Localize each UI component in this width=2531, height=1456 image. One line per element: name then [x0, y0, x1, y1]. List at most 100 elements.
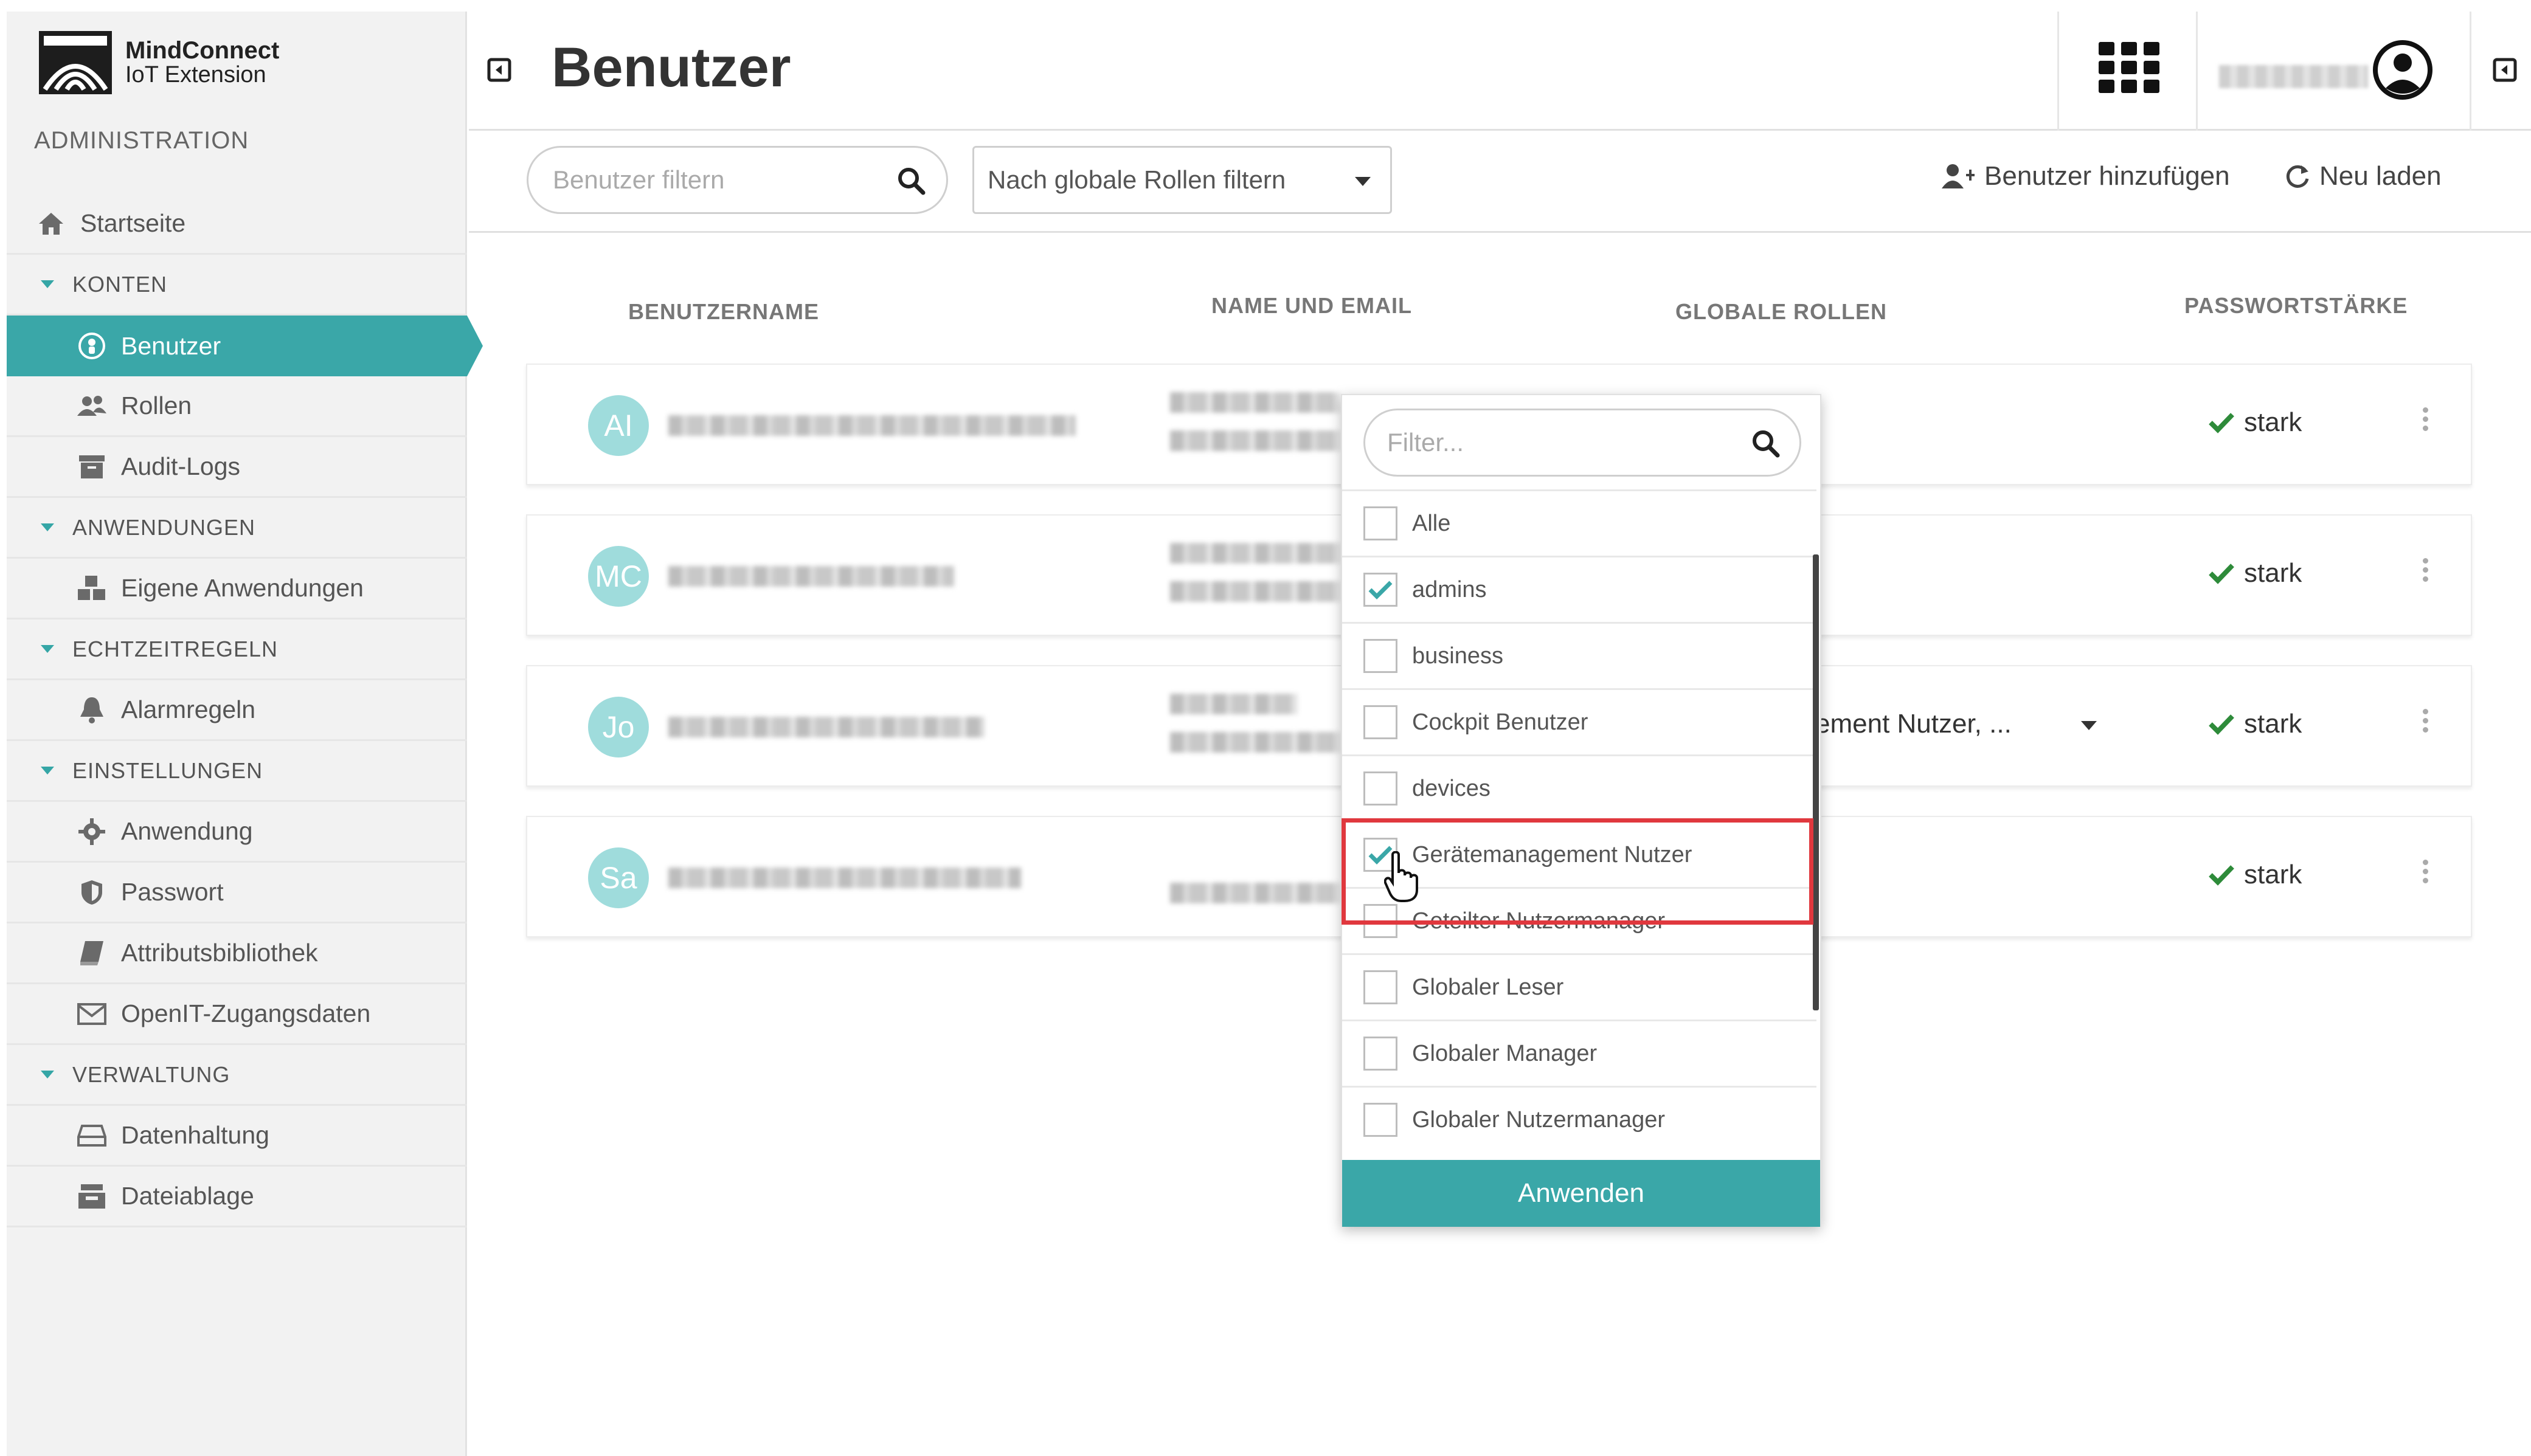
- row-menu-icon[interactable]: [2423, 407, 2429, 435]
- apply-button[interactable]: Anwenden: [1342, 1160, 1820, 1227]
- bell-icon: [75, 696, 109, 724]
- section-label: KONTEN: [72, 271, 168, 297]
- add-user-button[interactable]: Benutzer hinzufügen: [1942, 161, 2230, 191]
- gear-icon: [75, 818, 109, 845]
- role-option-label: admins: [1412, 576, 1487, 602]
- sidebar-item-home[interactable]: Startseite: [7, 194, 467, 255]
- sidebar-item-passwort[interactable]: Passwort: [7, 863, 467, 923]
- dropdown-scrollbar[interactable]: [1813, 554, 1819, 1010]
- sidebar-item-audit-logs[interactable]: Audit-Logs: [7, 437, 467, 498]
- checkbox-icon[interactable]: [1363, 904, 1397, 938]
- header-divider: [2057, 12, 2059, 131]
- mindconnect-logo-icon: [39, 31, 112, 94]
- sidebar-item-label: Benutzer: [121, 331, 221, 360]
- section-anwendungen[interactable]: ANWENDUNGEN: [7, 498, 467, 559]
- global-roles-value[interactable]: ement Nutzer, ...: [1815, 709, 2012, 739]
- sidebar-item-label: Passwort: [121, 878, 224, 906]
- username-blurred: [668, 717, 985, 737]
- checkbox-icon[interactable]: [1363, 639, 1397, 673]
- role-option[interactable]: Cockpit Benutzer: [1342, 688, 1816, 754]
- role-option[interactable]: Globaler Leser: [1342, 953, 1816, 1020]
- user-search-input[interactable]: Benutzer filtern: [527, 146, 948, 214]
- checkbox-checked-icon[interactable]: [1363, 573, 1397, 607]
- sidebar-item-dateiablage[interactable]: Dateiablage: [7, 1167, 467, 1227]
- password-strength: stark: [2209, 558, 2302, 588]
- sidebar-item-label: Datenhaltung: [121, 1121, 269, 1149]
- collapse-panel-icon[interactable]: [2493, 58, 2517, 85]
- column-header-name-email[interactable]: NAME UND EMAIL: [1211, 293, 1412, 319]
- role-option[interactable]: business: [1342, 622, 1816, 688]
- password-strength: stark: [2209, 709, 2302, 739]
- row-menu-icon[interactable]: [2423, 709, 2429, 736]
- shield-icon: [75, 879, 109, 906]
- column-header-username[interactable]: BENUTZERNAME: [628, 299, 819, 325]
- email-blurred: [1170, 581, 1340, 602]
- user-avatar-icon[interactable]: [2372, 40, 2433, 103]
- sidebar-item-datenhaltung[interactable]: Datenhaltung: [7, 1106, 467, 1167]
- avatar: MC: [588, 546, 649, 607]
- search-placeholder: Benutzer filtern: [553, 165, 725, 194]
- role-option-label: Geteilter Nutzermanager: [1412, 908, 1666, 934]
- app-grid-icon[interactable]: [2099, 42, 2159, 96]
- role-option[interactable]: Globaler Nutzermanager: [1342, 1086, 1816, 1152]
- header-divider: [2196, 12, 2198, 131]
- avatar: AI: [588, 395, 649, 456]
- brand-logo[interactable]: MindConnect IoT Extension: [39, 31, 279, 94]
- checkbox-icon[interactable]: [1363, 970, 1397, 1004]
- strength-label: stark: [2244, 407, 2302, 437]
- sidebar-item-label: Rollen: [121, 392, 192, 419]
- role-option[interactable]: devices: [1342, 754, 1816, 821]
- sidebar-item-eigene-anwendungen[interactable]: Eigene Anwendungen: [7, 559, 467, 619]
- section-konten[interactable]: KONTEN: [7, 255, 467, 316]
- column-header-password-strength[interactable]: PASSWORTSTÄRKE: [2184, 293, 2408, 319]
- role-option[interactable]: Alle: [1342, 489, 1816, 556]
- sidebar-item-label: OpenIT-Zugangsdaten: [121, 999, 371, 1027]
- role-filter-input[interactable]: Filter...: [1363, 409, 1801, 477]
- checkbox-icon[interactable]: [1363, 506, 1397, 540]
- user-name-blurred[interactable]: [2219, 65, 2368, 88]
- global-role-filter-select[interactable]: Nach globale Rollen filtern: [972, 146, 1392, 214]
- home-icon: [34, 212, 68, 236]
- check-icon: [2209, 714, 2234, 735]
- role-option-label: devices: [1412, 775, 1491, 801]
- refresh-icon: [2286, 165, 2309, 188]
- sidebar-item-label: Dateiablage: [121, 1182, 254, 1210]
- sidebar-item-attributsbibliothek[interactable]: Attributsbibliothek: [7, 923, 467, 984]
- email-blurred: [1170, 883, 1340, 903]
- search-icon[interactable]: [896, 166, 926, 201]
- section-label: ECHTZEITREGELN: [72, 636, 279, 661]
- reload-button[interactable]: Neu laden: [2284, 161, 2442, 191]
- sidebar-item-label: Alarmregeln: [121, 695, 256, 723]
- section-verwaltung[interactable]: VERWALTUNG: [7, 1045, 467, 1106]
- caret-down-icon[interactable]: [2081, 721, 2097, 730]
- email-blurred: [1170, 430, 1340, 451]
- checkbox-icon[interactable]: [1363, 1037, 1397, 1071]
- sidebar-item-label: Anwendung: [121, 817, 253, 845]
- sidebar-item-benutzer[interactable]: Benutzer: [7, 316, 483, 376]
- checkbox-icon[interactable]: [1363, 771, 1397, 806]
- checkbox-icon[interactable]: [1363, 705, 1397, 739]
- user-circle-icon: [75, 332, 109, 360]
- checkbox-icon[interactable]: [1363, 1103, 1397, 1137]
- sidebar-item-label: Startseite: [80, 209, 186, 237]
- sidebar-item-alarmregeln[interactable]: Alarmregeln: [7, 680, 467, 741]
- sidebar-item-openit[interactable]: OpenIT-Zugangsdaten: [7, 984, 467, 1045]
- strength-label: stark: [2244, 860, 2302, 889]
- role-option[interactable]: admins: [1342, 556, 1816, 622]
- sidebar-item-rollen[interactable]: Rollen: [7, 376, 467, 437]
- role-options-list: Alle admins business Cockpit Benutzer device…: [1342, 489, 1816, 1152]
- role-filter-label: Nach globale Rollen filtern: [988, 165, 1286, 194]
- caret-down-icon: [41, 767, 54, 775]
- row-menu-icon[interactable]: [2423, 860, 2429, 887]
- sidebar-item-anwendung[interactable]: Anwendung: [7, 802, 467, 863]
- section-echtzeitregeln[interactable]: ECHTZEITREGELN: [7, 619, 467, 680]
- check-icon: [2209, 865, 2234, 886]
- role-option-label: Cockpit Benutzer: [1412, 709, 1588, 735]
- name-blurred: [1170, 694, 1298, 714]
- section-einstellungen[interactable]: EINSTELLUNGEN: [7, 741, 467, 802]
- role-option[interactable]: Globaler Manager: [1342, 1020, 1816, 1086]
- collapse-sidebar-icon[interactable]: [487, 58, 511, 85]
- column-header-global-roles[interactable]: GLOBALE ROLLEN: [1675, 299, 1887, 325]
- row-menu-icon[interactable]: [2423, 558, 2429, 585]
- caret-down-icon: [41, 1071, 54, 1078]
